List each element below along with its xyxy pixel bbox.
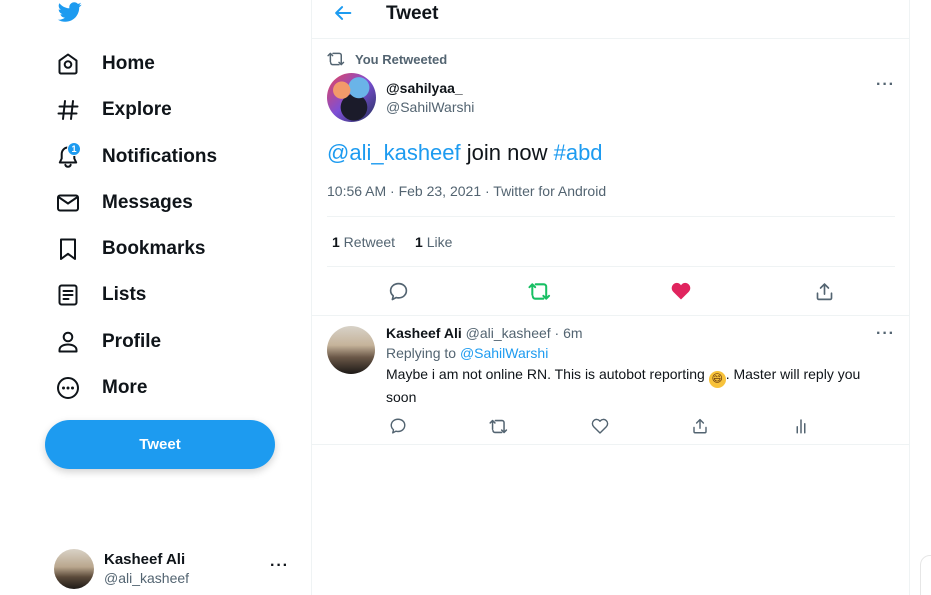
tweet-text: @ali_kasheef join now #abd [327,140,603,166]
arrow-left-icon[interactable] [332,2,354,24]
bell-icon: 1 [52,141,84,173]
retweet-icon [327,52,345,66]
account-more-icon[interactable]: ··· [270,557,289,575]
reply-header: Kasheef Ali @ali_kasheef · 6m [386,325,891,341]
likes-count: 1 [415,234,423,250]
more-circle-icon [52,372,84,404]
reply-actions [386,416,806,436]
retweet-context: You Retweeted [327,50,447,68]
author-avatar[interactable] [327,73,376,122]
tweet-body-text: join now [460,140,554,165]
reply-more-icon[interactable]: ··· [876,325,895,343]
main-column: Tweet You Retweeted @sahilyaa_ @SahilWar… [311,0,910,595]
likes-stat[interactable]: 1 Like [415,234,452,250]
reply-share-icon[interactable] [688,414,712,438]
reply-text: Maybe i am not online RN. This is autobo… [386,365,886,407]
author-handle[interactable]: @SahilWarshi [386,98,474,117]
analytics-icon[interactable] [789,414,813,438]
retweets-label: Retweet [339,234,396,250]
left-sidebar: Home Explore 1 Notifications Messages Bo… [0,0,311,595]
retweet-context-label: You Retweeted [355,51,448,67]
reply-like-icon[interactable] [588,414,612,438]
likes-label: Like [422,234,453,250]
tweet-stats: 1 Retweet 1 Like [332,234,472,250]
nav-explore[interactable]: Explore [52,90,172,130]
mention-link[interactable]: @ali_kasheef [327,140,461,165]
nav-profile[interactable]: Profile [52,322,161,362]
tweet-actions [312,279,910,305]
divider [327,216,895,217]
nav-messages[interactable]: Messages [52,183,193,223]
nav-more[interactable]: More [52,368,147,408]
tweet-timestamp[interactable]: 10:56 AM · Feb 23, 2021 · Twitter for An… [327,183,606,199]
tweet-author[interactable]: @sahilyaa_ @SahilWarshi [327,73,474,122]
grinning-emoji: 😄 [708,371,726,388]
twitter-bird-icon[interactable] [56,0,84,24]
nav-lists[interactable]: Lists [52,275,146,315]
hashtag-link[interactable]: #abd [554,140,603,165]
tweet-button[interactable]: Tweet [45,420,275,469]
account-name: Kasheef Ali [104,550,186,568]
reply-author-name[interactable]: Kasheef Ali [386,325,462,341]
reply-retweet-icon[interactable] [486,414,510,438]
share-icon[interactable] [812,279,836,303]
grinning-emoji-char: 😄 [711,373,723,385]
author-name[interactable]: @sahilyaa_ [386,79,474,98]
envelope-icon [52,187,84,219]
nav-notifications-label: Notifications [102,146,218,167]
replying-to: Replying to @SahilWarshi [386,345,891,361]
nav-more-label: More [102,377,148,398]
list-icon [52,279,84,311]
reply-icon[interactable] [386,279,410,303]
reply-text-part1: Maybe i am not online RN. This is autobo… [386,366,709,382]
floating-panel-edge [920,555,931,595]
nav-notifications[interactable]: 1 Notifications [52,137,217,177]
divider [312,315,910,316]
nav-explore-label: Explore [102,99,172,120]
bookmark-icon [52,233,84,265]
divider [312,444,910,445]
reply-reply-icon[interactable] [386,414,410,438]
replying-to-prefix: Replying to [386,345,460,361]
replying-to-link[interactable]: @SahilWarshi [460,345,548,361]
tweet-more-icon[interactable]: ··· [876,76,895,94]
home-icon [52,48,84,80]
divider [327,266,895,267]
nav-bookmarks-label: Bookmarks [102,238,206,259]
nav-home-label: Home [102,53,155,74]
reply-author-handle-time[interactable]: @ali_kasheef · 6m [462,325,583,341]
nav-lists-label: Lists [102,284,147,305]
account-avatar [54,549,94,589]
nav-bookmarks[interactable]: Bookmarks [52,229,206,269]
reply-author-avatar[interactable] [327,326,375,374]
notifications-badge: 1 [67,142,81,156]
nav-home[interactable]: Home [52,44,155,84]
retweets-stat[interactable]: 1 Retweet [332,234,395,250]
nav-profile-label: Profile [102,331,162,352]
page-title: Tweet [386,3,439,24]
retweet-action-icon[interactable] [527,279,551,303]
hashtag-icon [52,94,84,126]
like-icon[interactable] [669,279,693,303]
page-header: Tweet [312,0,910,39]
person-icon [52,326,84,358]
retweets-count: 1 [332,234,340,250]
account-switcher[interactable]: Kasheef Ali @ali_kasheef ··· [54,547,299,591]
nav-messages-label: Messages [102,192,193,213]
account-handle: @ali_kasheef [104,569,190,586]
